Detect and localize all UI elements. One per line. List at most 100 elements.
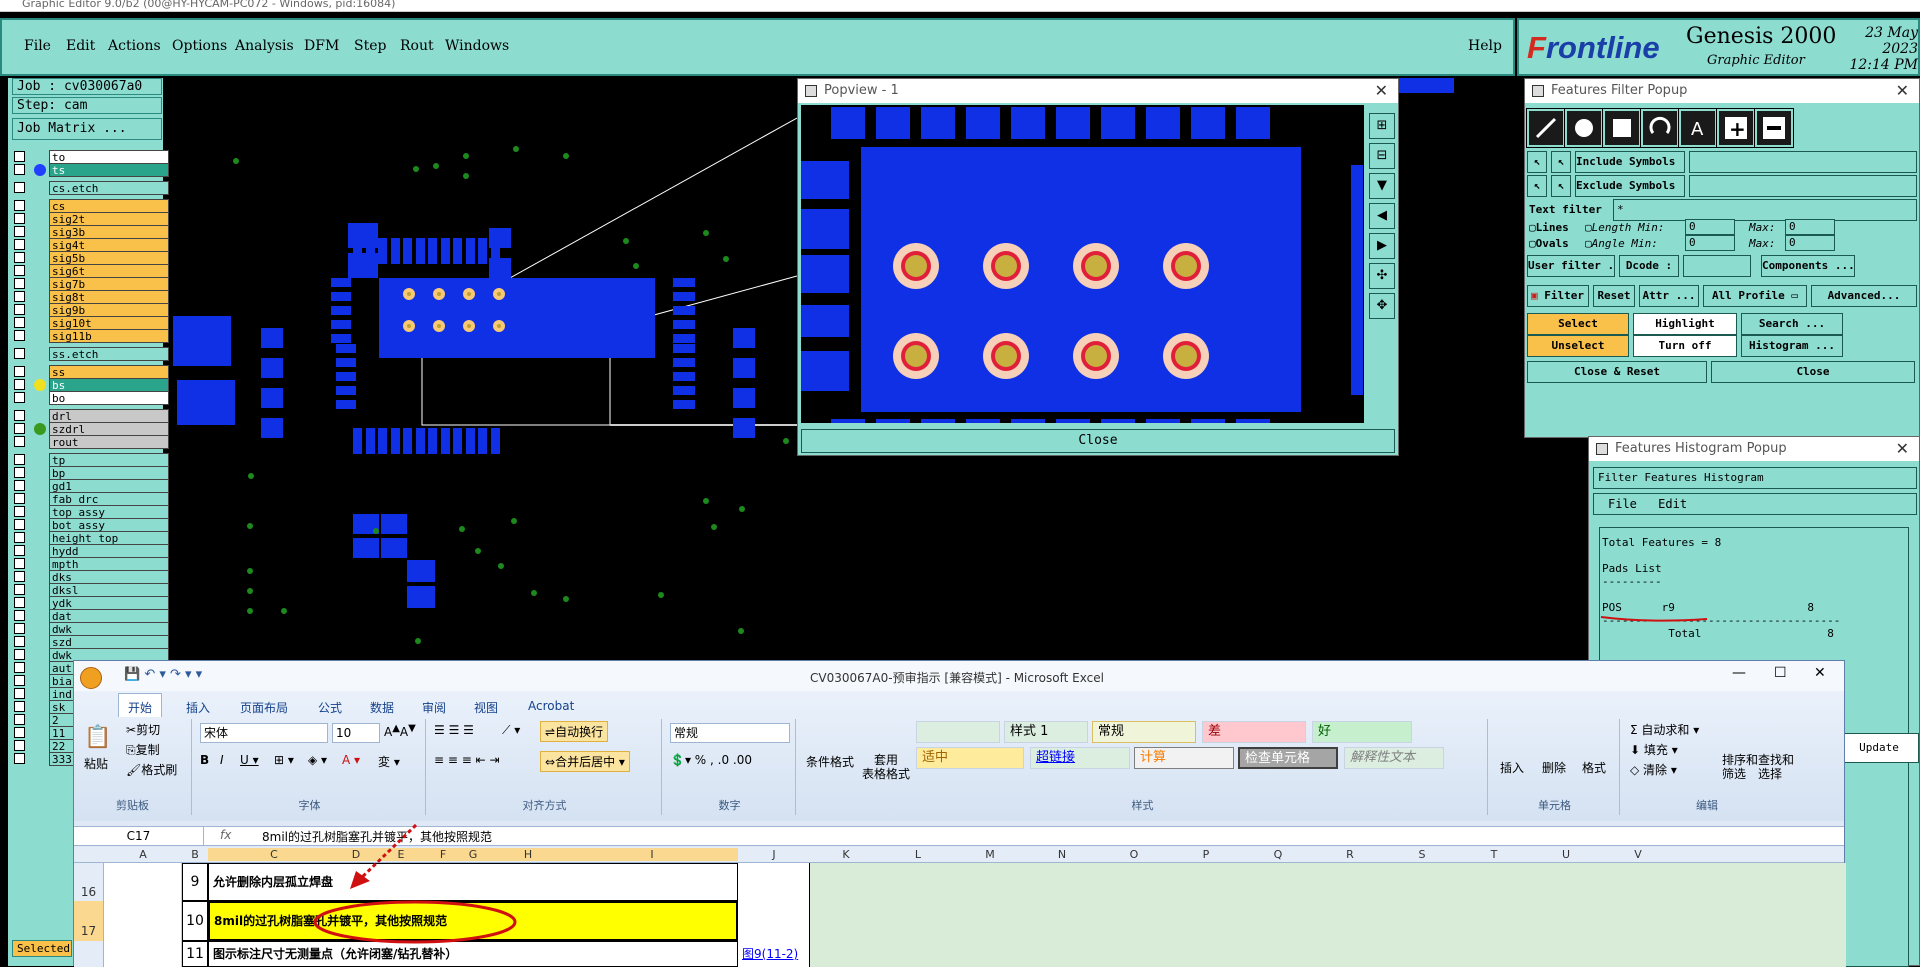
sort-filter-button[interactable]: 排序和 筛选 (1722, 753, 1758, 781)
close-icon[interactable]: ✕ (1375, 79, 1388, 103)
menu-windows[interactable]: Windows (445, 38, 509, 54)
layer-name[interactable]: sig10t (49, 316, 169, 330)
paste-button[interactable]: 粘贴 (84, 755, 108, 772)
dcode-input[interactable] (1683, 255, 1751, 277)
format-painter-button[interactable]: 🖌格式刷 (126, 761, 177, 778)
layer-name[interactable]: ydk (49, 596, 169, 610)
close-icon[interactable]: ✕ (1814, 665, 1826, 681)
layer-name[interactable]: dat (49, 609, 169, 623)
profile-dropdown[interactable]: All Profile ▭ (1703, 285, 1807, 307)
layer-checkbox[interactable] (14, 423, 25, 434)
layer-name[interactable]: sig6t (49, 264, 169, 278)
number-format-select[interactable]: 常规 (670, 723, 790, 743)
bold-button[interactable]: B (200, 753, 209, 767)
menu-help[interactable]: Help (1468, 38, 1502, 54)
style-blank[interactable] (916, 721, 1000, 743)
menu-step[interactable]: Step (354, 38, 386, 54)
pan-left-icon[interactable]: ◀ (1369, 203, 1395, 229)
layer-checkbox[interactable] (14, 649, 25, 660)
layer-checkbox[interactable] (14, 213, 25, 224)
insert-cells-button[interactable]: 插入 (1500, 759, 1524, 776)
layer-name[interactable]: sig8t (49, 290, 169, 304)
column-header[interactable]: K (810, 848, 882, 861)
layer-checkbox[interactable] (14, 304, 25, 315)
search-button[interactable]: Search ... (1741, 313, 1843, 335)
ovals-checkbox[interactable]: ▢Ovals (1529, 237, 1569, 250)
layer-name[interactable]: sig5b (49, 251, 169, 265)
line-type-icon[interactable] (1526, 108, 1566, 148)
turn-off-button[interactable]: Turn off (1633, 335, 1737, 357)
style-hyperlink[interactable]: 超链接 (1030, 747, 1130, 769)
column-header[interactable]: A (104, 848, 182, 861)
grow-font-icon[interactable]: A▲A▼ (384, 723, 416, 739)
fit-icon[interactable]: ✣ (1369, 263, 1395, 289)
menu-analysis[interactable]: Analysis (235, 38, 294, 54)
layer-checkbox[interactable] (14, 392, 25, 403)
row-header[interactable]: 17 (74, 901, 104, 941)
currency-icon[interactable]: 💲▾ % , .0 .00 (670, 753, 752, 767)
layer-name[interactable]: ss.etch (49, 347, 169, 361)
layer-checkbox[interactable] (14, 493, 25, 504)
text-filter-input[interactable]: * (1613, 199, 1917, 221)
filter-title-bar[interactable]: Features Filter Popup ✕ (1525, 79, 1919, 103)
angle-min-input[interactable]: 0 (1685, 235, 1735, 251)
name-box[interactable]: C17 (74, 827, 204, 845)
column-header[interactable]: L (882, 848, 954, 861)
update-button[interactable]: Update (1839, 733, 1919, 763)
layer-checkbox[interactable] (14, 662, 25, 673)
advanced-button[interactable]: Advanced... (1811, 285, 1917, 307)
autosum-button[interactable]: Σ 自动求和 ▾ (1630, 721, 1699, 738)
layer-checkbox[interactable] (14, 226, 25, 237)
column-header[interactable]: I (566, 848, 738, 861)
layer-checkbox[interactable] (14, 366, 25, 377)
office-button-icon[interactable] (80, 667, 102, 689)
fill-color-icon[interactable]: ◈ ▾ (308, 753, 327, 767)
conditional-format-button[interactable]: 条件格式 (806, 753, 854, 770)
tab-home[interactable]: 开始 (128, 699, 152, 716)
format-as-table-button[interactable]: 套用 表格格式 (862, 753, 910, 781)
histogram-menu-edit[interactable]: Edit (1658, 497, 1687, 511)
layer-name[interactable]: dwk (49, 622, 169, 636)
filter-toggle[interactable]: ▣ Filter (1527, 285, 1589, 307)
layer-name[interactable]: sig7b (49, 277, 169, 291)
column-header[interactable]: Q (1242, 848, 1314, 861)
surface-type-icon[interactable] (1602, 108, 1642, 148)
angle-max-input[interactable]: 0 (1785, 235, 1835, 251)
find-select-button[interactable]: 查找和 选择 (1758, 753, 1794, 781)
layer-checkbox[interactable] (14, 330, 25, 341)
sheet-grid[interactable]: 16 17 9 允许删除内层孤立焊盘 10 8mil的过孔树脂塞孔并镀平，其他按… (74, 823, 1846, 967)
arc-type-icon[interactable] (1640, 108, 1680, 148)
layer-name[interactable]: top_assy (49, 505, 169, 519)
tab-formulas[interactable]: 公式 (318, 699, 342, 716)
layer-checkbox[interactable] (14, 265, 25, 276)
layer-name[interactable]: bo (49, 391, 169, 405)
clear-button[interactable]: ◇ 清除 ▾ (1630, 761, 1677, 778)
layer-checkbox[interactable] (14, 571, 25, 582)
menu-options[interactable]: Options (172, 38, 227, 54)
layer-checkbox[interactable] (14, 597, 25, 608)
layer-name[interactable]: szdrl (49, 422, 169, 436)
style-1[interactable]: 样式 1 (1004, 721, 1088, 743)
cell-b16[interactable]: 9 (182, 863, 208, 901)
layer-checkbox[interactable] (14, 610, 25, 621)
orientation-icon[interactable]: ⟋ ▾ (502, 723, 520, 738)
minimize-icon[interactable]: — (1732, 665, 1746, 681)
layer-checkbox[interactable] (14, 727, 25, 738)
layer-name[interactable]: hydd (49, 544, 169, 558)
popview-canvas[interactable] (801, 105, 1364, 423)
style-check-cell[interactable]: 检查单元格 (1238, 747, 1338, 769)
row-header[interactable]: 16 (74, 863, 104, 901)
layer-name[interactable]: mpth (49, 557, 169, 571)
tab-review[interactable]: 审阅 (422, 699, 446, 716)
layer-name[interactable]: height_top (49, 531, 169, 545)
layer-name[interactable]: szd (49, 635, 169, 649)
menu-dfm[interactable]: DFM (304, 38, 339, 54)
column-header[interactable]: M (954, 848, 1026, 861)
length-min-input[interactable]: 0 (1685, 219, 1735, 235)
maximize-icon[interactable]: ☐ (1774, 665, 1787, 681)
exclude-symbols-input[interactable] (1689, 175, 1917, 197)
pan-down-icon[interactable]: ▼ (1369, 173, 1395, 199)
layer-checkbox[interactable] (14, 317, 25, 328)
include-symbols-label[interactable]: Include Symbols : (1575, 151, 1685, 173)
layer-checkbox[interactable] (14, 164, 25, 175)
